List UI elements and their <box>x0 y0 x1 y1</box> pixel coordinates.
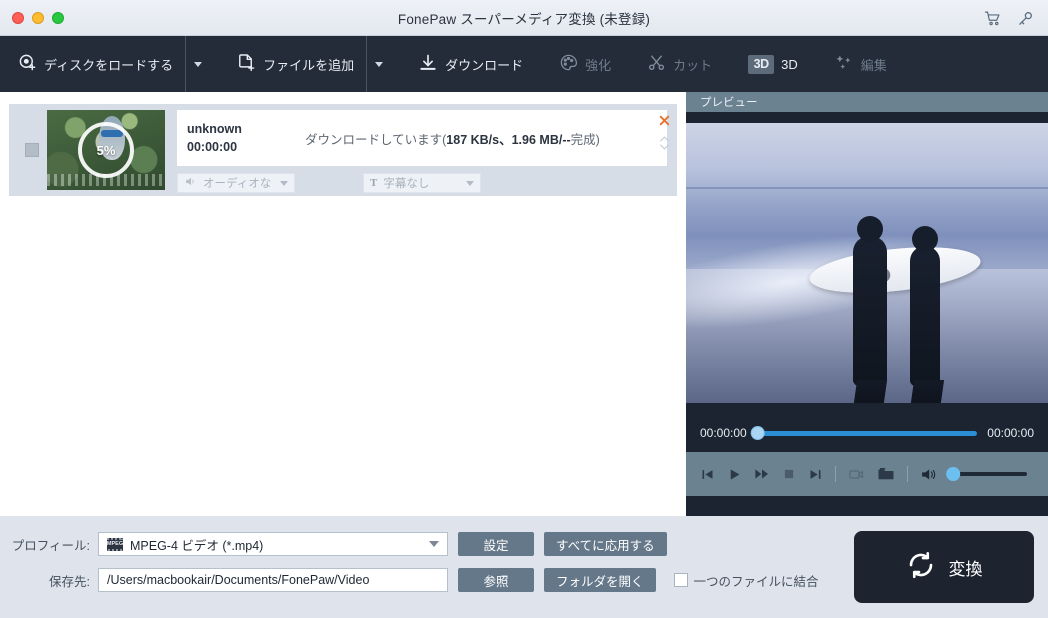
download-icon <box>418 53 438 76</box>
key-icon[interactable] <box>1017 10 1034 27</box>
speaker-icon <box>184 175 197 191</box>
table-row[interactable]: 5% unknown 00:00:00 ダウンロードしています(187 KB/s… <box>9 104 677 196</box>
preview-header: プレビュー <box>686 92 1048 112</box>
volume-handle[interactable] <box>946 467 961 481</box>
add-file-icon <box>237 53 256 75</box>
chevron-down-icon <box>280 180 288 186</box>
stars-icon <box>834 53 854 76</box>
bottom-bar: プロフィール: MPEG MPEG-4 ビデオ (*.mp4) 設定 すべてに応… <box>0 516 1048 618</box>
divider <box>835 466 836 482</box>
destination-value: /Users/macbookair/Documents/FonePaw/Vide… <box>107 573 370 587</box>
stop-icon[interactable] <box>782 467 796 481</box>
toolbar-3d-label: 3D <box>781 56 798 72</box>
toolbar-load-disc-label: ディスクをロードする <box>44 57 174 73</box>
main-toolbar: ディスクをロードする ファイルを追加 ダウンロード 強化 カット 3D 3D 編… <box>0 36 1048 92</box>
chevron-down-icon <box>194 61 203 67</box>
chevron-down-icon <box>429 541 439 547</box>
toolbar-add-file-label: ファイルを追加 <box>263 57 355 73</box>
volume-icon[interactable] <box>920 466 937 483</box>
task-info-box: unknown 00:00:00 ダウンロードしています(187 KB/s、1.… <box>177 110 667 166</box>
play-icon[interactable] <box>727 467 742 482</box>
3d-badge-icon: 3D <box>748 54 775 74</box>
next-icon[interactable] <box>808 467 823 482</box>
seek-bar-row: 00:00:00 00:00:00 <box>686 414 1048 452</box>
surfer-figure <box>910 226 945 403</box>
page-title: FonePaw スーパーメディア変換 (未登録) <box>397 11 651 27</box>
audio-track-select[interactable]: オーディオな <box>177 173 295 193</box>
seek-handle[interactable] <box>750 426 765 440</box>
profile-label: プロフィール: <box>11 538 90 553</box>
seek-slider[interactable] <box>750 426 978 440</box>
progress-ring: 5% <box>78 122 134 178</box>
toolbar-edit[interactable]: 編集 <box>824 36 897 92</box>
toolbar-enhance-label: 強化 <box>585 57 612 73</box>
previous-icon[interactable] <box>700 467 715 482</box>
open-folder-button[interactable]: フォルダを開く <box>544 568 656 592</box>
total-time: 00:00:00 <box>987 426 1034 440</box>
task-duration: 00:00:00 <box>187 140 238 154</box>
refresh-circle-icon <box>906 550 936 585</box>
task-status: ダウンロードしています(187 KB/s、1.96 MB/--完成) <box>305 129 600 148</box>
player-controls <box>686 452 1048 496</box>
fast-forward-icon[interactable] <box>754 466 770 482</box>
current-time: 00:00:00 <box>700 426 747 440</box>
load-disc-icon <box>18 53 37 75</box>
profile-select[interactable]: MPEG MPEG-4 ビデオ (*.mp4) <box>98 532 448 556</box>
chevron-down-icon <box>466 180 474 186</box>
close-x-icon[interactable] <box>658 114 671 127</box>
subtitle-track-select[interactable]: T 字幕なし <box>363 173 481 193</box>
toolbar-enhance[interactable]: 強化 <box>549 36 621 92</box>
toolbar-download[interactable]: ダウンロード <box>408 36 533 92</box>
progress-percent: 5% <box>96 142 116 158</box>
task-file-name: unknown <box>187 122 242 136</box>
convert-button-label: 変換 <box>948 559 983 579</box>
task-details: unknown 00:00:00 ダウンロードしています(187 KB/s、1.… <box>165 110 677 193</box>
scissors-icon <box>647 53 666 75</box>
mpeg-file-icon: MPEG <box>107 537 123 551</box>
palette-icon <box>559 53 578 75</box>
convert-button[interactable]: 変換 <box>854 531 1034 603</box>
open-folder-icon[interactable] <box>877 465 895 483</box>
app-window: FonePaw スーパーメディア変換 (未登録) ディスクをロードする ファイル… <box>0 0 1048 618</box>
up-down-chevrons-icon[interactable] <box>658 133 671 153</box>
toolbar-cut[interactable]: カット <box>637 36 722 92</box>
load-disc-dropdown-caret[interactable] <box>185 36 211 92</box>
merge-files-checkbox[interactable]: 一つのファイルに結合 <box>673 571 819 590</box>
settings-button[interactable]: 設定 <box>458 532 534 556</box>
text-icon: T <box>370 177 378 189</box>
video-viewport[interactable] <box>686 112 1048 414</box>
cart-icon[interactable] <box>984 10 1001 27</box>
destination-label: 保存先: <box>49 574 90 589</box>
snapshot-icon[interactable] <box>848 466 865 483</box>
add-file-dropdown-caret[interactable] <box>366 36 392 92</box>
toolbar-load-disc[interactable]: ディスクをロードする <box>0 36 183 92</box>
surfer-figure <box>852 216 887 403</box>
task-list-panel: 5% unknown 00:00:00 ダウンロードしています(187 KB/s… <box>0 92 686 516</box>
apply-all-button[interactable]: すべてに応用する <box>544 532 667 556</box>
task-thumbnail: 5% <box>47 110 165 190</box>
toolbar-add-file[interactable]: ファイルを追加 <box>227 36 364 92</box>
divider <box>907 466 908 482</box>
toolbar-cut-label: カット <box>673 57 713 73</box>
profile-value: MPEG-4 ビデオ (*.mp4) <box>130 538 264 553</box>
task-select-checkbox[interactable] <box>25 143 39 157</box>
toolbar-3d[interactable]: 3D 3D <box>738 36 808 92</box>
task-status-suffix: 完成) <box>570 132 600 147</box>
toolbar-download-label: ダウンロード <box>445 57 524 73</box>
checkbox-box[interactable] <box>673 573 688 587</box>
task-status-metrics: 187 KB/s、1.96 MB/-- <box>446 132 571 147</box>
chevron-down-icon <box>375 61 384 67</box>
video-frame <box>686 123 1048 403</box>
browse-button[interactable]: 参照 <box>458 568 534 592</box>
volume-slider[interactable] <box>946 467 1027 481</box>
merge-files-label: 一つのファイルに結合 <box>693 574 819 589</box>
destination-input[interactable]: /Users/macbookair/Documents/FonePaw/Vide… <box>98 568 448 592</box>
preview-panel: プレビュー 00:00:00 00:00:00 <box>686 92 1048 516</box>
task-status-prefix: ダウンロードしています( <box>305 132 447 147</box>
subtitle-track-value: 字幕なし <box>383 178 430 190</box>
toolbar-edit-label: 編集 <box>860 57 887 73</box>
audio-track-value: オーディオな <box>203 178 272 190</box>
title-bar: FonePaw スーパーメディア変換 (未登録) <box>0 0 1048 36</box>
horizon-line <box>686 187 1048 190</box>
